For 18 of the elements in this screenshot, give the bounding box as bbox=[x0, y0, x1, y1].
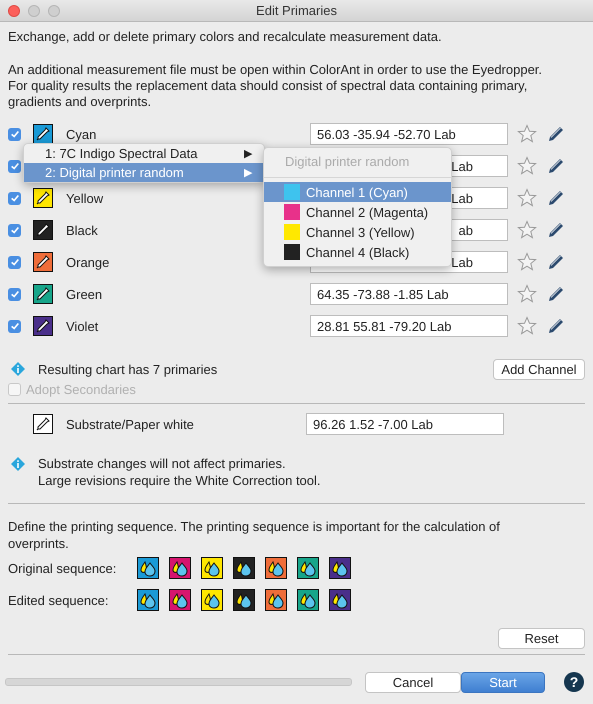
primary-name: Yellow bbox=[66, 190, 104, 206]
window-title: Edit Primaries bbox=[256, 3, 337, 18]
intro-text: Exchange, add or delete primary colors and recalculate measurement data. bbox=[8, 29, 443, 45]
menu-header: Digital printer random bbox=[285, 154, 410, 170]
note-text: For quality results the replacement data should consist of spectral data containing primary, gradients and overprints. bbox=[8, 78, 528, 110]
sequence-label: Original sequence: bbox=[8, 560, 118, 576]
sequence-description: Define the printing sequence. The printing sequence is important for the calculation of overprints. bbox=[8, 518, 501, 552]
sequence-label: Edited sequence: bbox=[8, 592, 110, 608]
info-text: Large revisions require the White Correction tool. bbox=[38, 472, 321, 489]
info-text: Resulting chart has 7 primaries bbox=[38, 362, 218, 376]
primary-name: Cyan bbox=[66, 126, 98, 142]
primary-name: Violet bbox=[66, 318, 100, 334]
checkbox-label: Adopt Secondaries bbox=[26, 382, 136, 396]
note-text: An additional measurement file must be open within ColorAnt in order to use the Eyedropper. bbox=[8, 62, 544, 78]
substrate-label: Substrate/Paper white bbox=[66, 416, 195, 432]
primary-name: Green bbox=[66, 286, 104, 302]
primary-name: Orange bbox=[66, 254, 110, 270]
info-text: Substrate changes will not affect primaries. bbox=[38, 455, 287, 472]
